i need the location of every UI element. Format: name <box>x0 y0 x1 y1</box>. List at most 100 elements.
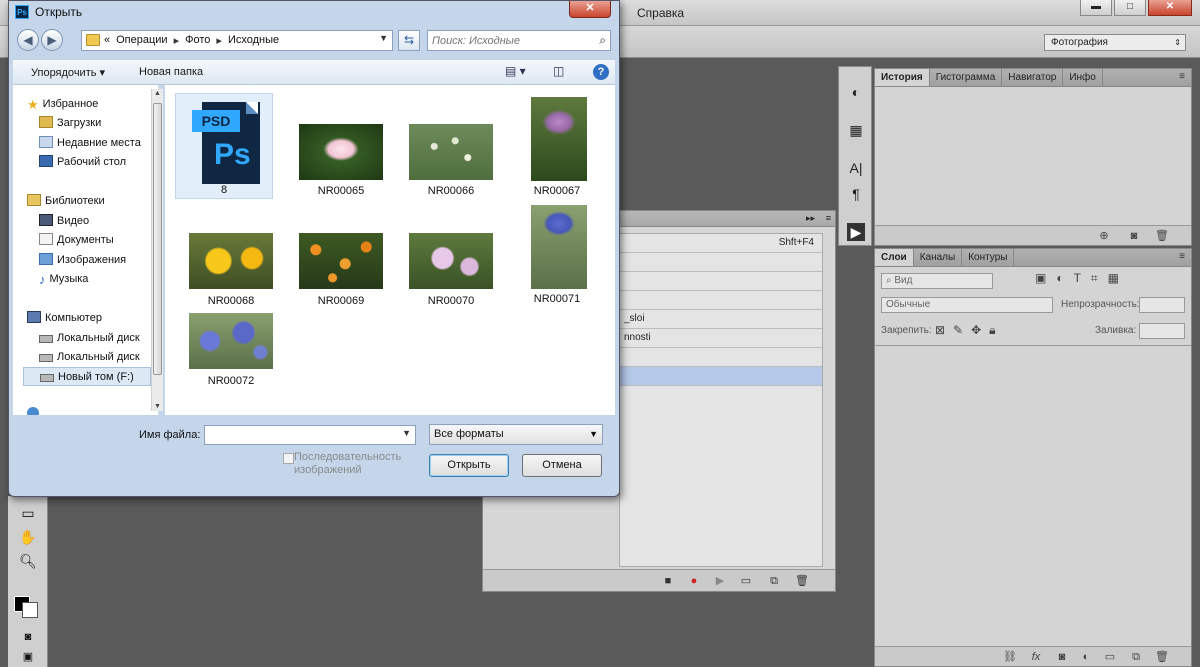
file-item[interactable]: NR00071 <box>509 203 605 313</box>
layer-filter-select[interactable]: ⌕ Вид <box>881 273 993 289</box>
tab-history[interactable]: История <box>875 69 930 86</box>
filetype-select[interactable]: Все форматы ▼ <box>429 424 603 445</box>
view-options-icon[interactable]: ▤ ▾ <box>505 64 526 78</box>
tree-item-computer[interactable]: Компьютер <box>27 309 158 328</box>
breadcrumb-separator[interactable]: ▸ <box>174 34 180 47</box>
search-icon[interactable]: ⌕ <box>599 33 606 48</box>
scrollbar-thumb[interactable] <box>153 103 162 375</box>
quick-mask-icon[interactable]: ◙ <box>18 628 38 646</box>
tree-item-recent[interactable]: Недавние места <box>39 134 158 153</box>
group-icon[interactable]: ▭ <box>1103 650 1117 664</box>
action-row[interactable] <box>620 367 822 386</box>
breadcrumb-separator[interactable]: ▸ <box>216 34 222 47</box>
dialog-close-button[interactable]: ✕ <box>569 1 611 18</box>
back-button[interactable]: ◀ <box>17 29 39 51</box>
preview-pane-icon[interactable]: ◫ <box>553 64 564 78</box>
tab-histogram[interactable]: Гистограмма <box>930 69 1003 86</box>
tree-item-favorites[interactable]: ★ Избранное <box>27 95 158 114</box>
actions-icon[interactable]: ▶ <box>847 223 865 241</box>
tree-item-local-disk-d[interactable]: Локальный диск <box>39 348 158 367</box>
panel-menu-icon[interactable]: ≡ <box>1179 251 1185 262</box>
tree-item-documents[interactable]: Документы <box>39 231 158 250</box>
file-item[interactable]: NR00066 <box>403 97 499 207</box>
search-box[interactable]: ⌕ <box>427 30 611 51</box>
search-input[interactable] <box>428 31 584 50</box>
tree-item-new-volume-f[interactable]: Новый том (F:) <box>23 367 151 386</box>
tree-item-downloads[interactable]: Загрузки <box>39 114 158 133</box>
tab-layers[interactable]: Слои <box>875 249 914 266</box>
minimize-button[interactable]: ▬ <box>1080 0 1112 16</box>
fill-input[interactable] <box>1139 323 1185 339</box>
tree-item-network[interactable] <box>27 405 158 415</box>
panel-menu-icon[interactable]: ≡ <box>1179 71 1185 82</box>
background-color-swatch[interactable] <box>22 602 38 618</box>
tree-item-video[interactable]: Видео <box>39 212 158 231</box>
new-action-icon[interactable]: ⧉ <box>767 574 781 588</box>
history-icon[interactable]: ◐ <box>847 83 865 101</box>
navigation-scrollbar[interactable]: ▲ ▼ <box>151 89 163 411</box>
chevron-down-icon[interactable]: ▼ <box>379 33 388 43</box>
cancel-button[interactable]: Отмена <box>522 454 602 477</box>
help-icon[interactable]: ? <box>593 64 609 80</box>
collapse-icon[interactable]: ▸▸ <box>806 213 815 224</box>
tree-item-music[interactable]: ♪ Музыка <box>39 270 158 289</box>
address-bar[interactable]: « Операции ▸ Фото ▸ Исходные ▼ <box>81 30 393 51</box>
mask-icon[interactable]: ◙ <box>1055 650 1069 664</box>
file-item[interactable]: NR00068 <box>183 207 279 317</box>
character-icon[interactable]: A| <box>847 159 865 177</box>
breadcrumb-item[interactable]: Операции <box>116 34 167 47</box>
scroll-down-icon[interactable]: ▼ <box>153 403 162 410</box>
record-icon[interactable]: ● <box>687 574 701 588</box>
play-icon[interactable]: ▶ <box>713 574 727 588</box>
action-row[interactable] <box>620 253 822 272</box>
action-row[interactable]: Shft+F4 <box>620 234 822 253</box>
refresh-button[interactable]: ⇆ <box>398 30 420 51</box>
zoom-tool-icon[interactable]: 🔍︎ <box>18 552 38 570</box>
close-button[interactable]: ✕ <box>1148 0 1192 16</box>
file-item-psd[interactable]: Ps PSD 8 <box>175 93 273 199</box>
rectangle-tool-icon[interactable]: ▭ <box>18 504 38 522</box>
action-row[interactable] <box>620 348 822 367</box>
action-row[interactable]: _sloi <box>620 310 822 329</box>
menu-help[interactable]: Справка <box>637 6 684 20</box>
chevron-down-icon[interactable]: ▼ <box>402 428 411 438</box>
adjustment-icon[interactable]: ◐ <box>1079 650 1093 664</box>
tab-navigator[interactable]: Навигатор <box>1002 69 1064 86</box>
trash-icon[interactable]: 🗑︎ <box>795 574 809 588</box>
breadcrumb-item[interactable]: Исходные <box>228 34 279 47</box>
tree-item-desktop[interactable]: Рабочий стол <box>39 153 158 172</box>
tree-item-images[interactable]: Изображения <box>39 251 158 270</box>
snapshot-icon[interactable]: ◙ <box>1127 229 1141 243</box>
tree-item-libraries[interactable]: Библиотеки <box>27 192 158 211</box>
breadcrumb-item[interactable]: Фото <box>185 34 210 47</box>
scroll-up-icon[interactable]: ▲ <box>153 90 162 97</box>
tab-paths[interactable]: Контуры <box>962 249 1015 266</box>
new-layer-icon[interactable]: ⧉ <box>1129 650 1143 664</box>
file-item[interactable]: NR00070 <box>403 207 499 317</box>
properties-icon[interactable]: ▦ <box>847 121 865 139</box>
hand-tool-icon[interactable]: ✋ <box>18 528 38 546</box>
open-button[interactable]: Открыть <box>429 454 509 477</box>
layer-filter-icons[interactable]: ▣◐T⌗▦ <box>1035 271 1129 289</box>
action-row[interactable] <box>620 272 822 291</box>
panel-menu-icon[interactable]: ≡ <box>826 213 831 223</box>
file-item[interactable]: NR00065 <box>293 97 389 207</box>
stop-icon[interactable]: ■ <box>661 574 675 588</box>
action-row[interactable]: nnosti <box>620 329 822 348</box>
new-document-icon[interactable]: ⊕ <box>1097 229 1111 243</box>
new-set-icon[interactable]: ▭ <box>739 574 753 588</box>
link-icon[interactable]: ⛓︎ <box>1003 650 1017 664</box>
trash-icon[interactable]: 🗑︎ <box>1155 229 1169 243</box>
maximize-button[interactable]: □ <box>1114 0 1146 16</box>
opacity-input[interactable] <box>1139 297 1185 313</box>
tab-channels[interactable]: Каналы <box>914 249 963 266</box>
file-item[interactable]: NR00072 <box>183 311 279 421</box>
new-folder-button[interactable]: Новая папка <box>139 66 203 78</box>
action-row[interactable] <box>620 291 822 310</box>
filename-input[interactable]: ▼ <box>204 425 416 445</box>
forward-button[interactable]: ▶ <box>41 29 63 51</box>
workspace-select[interactable]: Фотография ⇕ <box>1044 34 1186 51</box>
file-item[interactable]: NR00067 <box>509 93 605 203</box>
file-item[interactable]: NR00069 <box>293 207 389 317</box>
dialog-titlebar[interactable]: Ps Открыть ✕ <box>9 1 619 23</box>
